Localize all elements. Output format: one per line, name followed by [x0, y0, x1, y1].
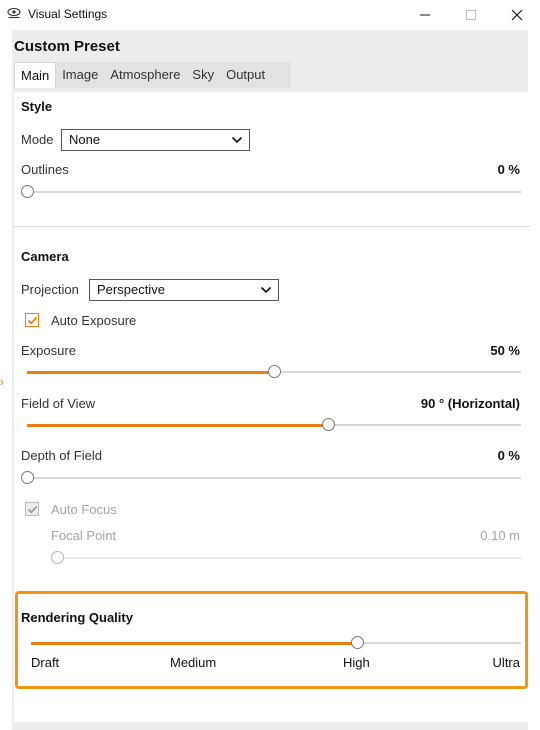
checkmark-icon: [27, 505, 37, 514]
field-of-view-slider[interactable]: [27, 418, 521, 431]
tab-atmosphere[interactable]: Atmosphere: [104, 62, 186, 88]
quality-label-high: High: [343, 655, 370, 670]
mode-dropdown[interactable]: None: [61, 129, 250, 151]
expand-arrow-icon[interactable]: ›: [0, 375, 4, 389]
exposure-slider[interactable]: [27, 365, 521, 378]
outlines-slider-thumb[interactable]: [21, 185, 34, 198]
outlines-slider[interactable]: [21, 185, 521, 198]
window-title: Visual Settings: [28, 7, 108, 21]
field-of-view-slider-thumb[interactable]: [321, 418, 335, 431]
auto-exposure-label: Auto Exposure: [51, 313, 137, 328]
exposure-slider-fill: [27, 370, 274, 374]
style-section-title: Style: [21, 99, 53, 114]
title-bar: Visual Settings: [0, 0, 540, 30]
close-icon: [511, 9, 523, 21]
rendering-quality-slider-fill: [31, 641, 358, 645]
rendering-quality-highlight: [15, 591, 528, 689]
quality-label-ultra: Ultra: [492, 655, 520, 670]
focal-point-slider[interactable]: [51, 551, 521, 564]
tab-strip: Main Image Atmosphere Sky Output: [14, 62, 271, 88]
focal-point-slider-thumb[interactable]: [51, 551, 64, 564]
depth-of-field-slider-thumb[interactable]: [21, 471, 34, 484]
minimize-icon: [420, 14, 430, 16]
focal-point-label: Focal Point: [51, 528, 117, 543]
section-divider: [14, 226, 530, 227]
exposure-slider-thumb[interactable]: [267, 365, 281, 378]
quality-label-medium: Medium: [170, 655, 217, 670]
depth-of-field-slider[interactable]: [21, 471, 521, 484]
depth-of-field-value: 0 %: [497, 448, 520, 463]
maximize-icon: [466, 10, 476, 20]
close-button[interactable]: [494, 0, 540, 30]
chevron-down-icon: [231, 136, 243, 144]
auto-focus-label: Auto Focus: [51, 502, 117, 517]
mode-label: Mode: [21, 132, 54, 147]
tab-sky[interactable]: Sky: [186, 62, 220, 88]
exposure-value: 50 %: [490, 343, 520, 358]
tab-main[interactable]: Main: [14, 62, 57, 88]
tab-image[interactable]: Image: [56, 62, 104, 88]
field-of-view-slider-fill: [27, 423, 329, 427]
quality-label-draft: Draft: [31, 655, 60, 670]
minimize-button[interactable]: [402, 0, 448, 30]
focal-point-value: 0.10 m: [480, 528, 520, 543]
depth-of-field-label: Depth of Field: [21, 448, 102, 463]
outlines-label: Outlines: [21, 162, 69, 177]
mode-value: None: [69, 132, 101, 147]
projection-value: Perspective: [97, 282, 165, 297]
rendering-quality-title: Rendering Quality: [21, 610, 133, 625]
preset-title: Custom Preset: [14, 38, 120, 55]
eye-icon: [7, 7, 21, 19]
checkmark-icon: [27, 316, 37, 325]
field-of-view-label: Field of View: [21, 396, 96, 411]
maximize-button[interactable]: [448, 0, 494, 30]
chevron-down-icon: [260, 286, 272, 294]
projection-label: Projection: [21, 282, 79, 297]
auto-focus-checkbox[interactable]: [25, 502, 39, 516]
outlines-value: 0 %: [497, 162, 520, 177]
tab-output[interactable]: Output: [220, 62, 271, 88]
exposure-label: Exposure: [21, 343, 76, 358]
rendering-quality-slider[interactable]: [31, 636, 521, 649]
auto-exposure-checkbox[interactable]: [25, 313, 39, 327]
field-of-view-value: 90 ° (Horizontal): [420, 396, 520, 411]
projection-dropdown[interactable]: Perspective: [89, 279, 279, 301]
camera-section-title: Camera: [21, 249, 69, 264]
